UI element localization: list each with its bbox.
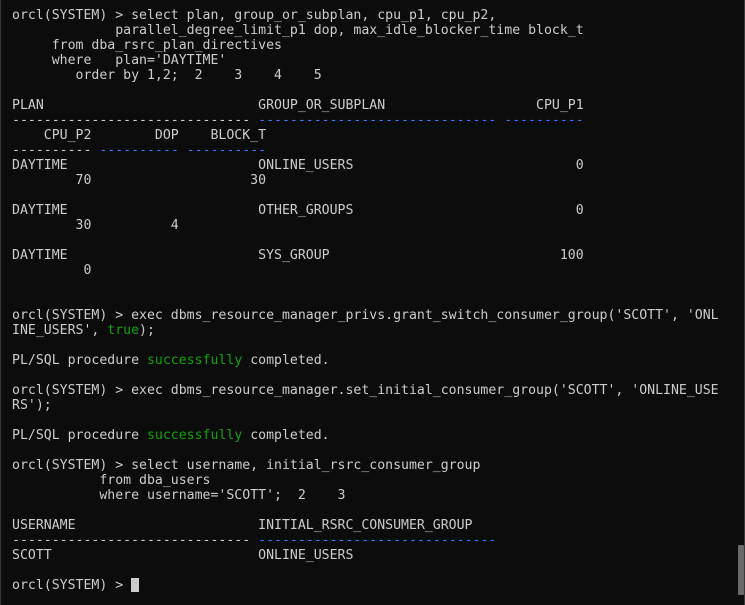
separator-dashes: ------------------------------ <box>258 113 497 128</box>
terminal-text: 0 <box>12 263 92 278</box>
terminal-line: DAYTIME SYS_GROUP 100 <box>12 248 744 263</box>
text-cursor <box>131 578 140 592</box>
terminal-text: 70 30 <box>12 173 267 188</box>
terminal-text: orcl(SYSTEM) > select plan, group_or_sub… <box>12 8 497 23</box>
terminal-line: ------------------------------ ---------… <box>12 533 744 548</box>
terminal-line: PL/SQL procedure successfully completed. <box>12 353 744 368</box>
highlighted-keyword: successfully <box>146 428 243 443</box>
terminal-line: orcl(SYSTEM) > <box>12 578 744 593</box>
terminal-line: orcl(SYSTEM) > select plan, group_or_sub… <box>12 8 744 23</box>
terminal-line: USERNAME INITIAL_RSRC_CONSUMER_GROUP <box>12 518 744 533</box>
terminal-line: PLAN GROUP_OR_SUBPLAN CPU_P1 <box>12 98 744 113</box>
terminal-line: where username='SCOTT'; 2 3 <box>12 488 744 503</box>
separator-dashes: ---------- <box>186 143 267 158</box>
separator-dashes: ------------------------------ <box>258 533 497 548</box>
highlighted-keyword: true <box>107 323 140 338</box>
terminal-line: CPU_P2 DOP BLOCK_T <box>12 128 744 143</box>
terminal-line: ------------------------------ ---------… <box>12 113 744 128</box>
terminal-text: from dba_rsrc_plan_directives <box>12 38 282 53</box>
terminal-text: parallel_degree_limit_p1 dop, max_idle_b… <box>12 23 584 38</box>
terminal-line: order by 1,2; 2 3 4 5 <box>12 68 744 83</box>
terminal-line: DAYTIME OTHER_GROUPS 0 <box>12 203 744 218</box>
terminal-text: order by 1,2; 2 3 4 5 <box>12 68 322 83</box>
terminal-text: where username='SCOTT'; 2 3 <box>12 488 346 503</box>
terminal-line: where plan='DAYTIME' <box>12 53 744 68</box>
terminal-line: PL/SQL procedure successfully completed. <box>12 428 744 443</box>
separator-dashes: ---------- <box>99 143 179 158</box>
terminal-text: ); <box>139 323 155 338</box>
highlighted-keyword: successfully <box>146 353 243 368</box>
terminal-line: orcl(SYSTEM) > exec dbms_resource_manage… <box>12 308 744 323</box>
terminal-text: DAYTIME OTHER_GROUPS 0 <box>12 203 584 218</box>
terminal-line: orcl(SYSTEM) > select username, initial_… <box>12 458 744 473</box>
terminal-text: SCOTT ONLINE_USERS <box>12 548 354 563</box>
terminal-line: ---------- ---------- ---------- <box>12 143 744 158</box>
terminal-text: from dba_users <box>12 473 211 488</box>
terminal-line: RS'); <box>12 398 744 413</box>
terminal-line: INE_USERS', true); <box>12 323 744 338</box>
scrollbar-thumb[interactable] <box>738 545 744 595</box>
terminal-text: PL/SQL procedure <box>12 428 147 443</box>
separator-dashes: ------------------------------ <box>12 113 259 128</box>
terminal-line: 0 <box>12 263 744 278</box>
terminal-text: orcl(SYSTEM) > <box>12 578 132 593</box>
terminal-text: PLAN GROUP_OR_SUBPLAN CPU_P1 <box>12 98 584 113</box>
terminal-line: 70 30 <box>12 173 744 188</box>
terminal-line: SCOTT ONLINE_USERS <box>12 548 744 563</box>
terminal-line: from dba_rsrc_plan_directives <box>12 38 744 53</box>
separator-dashes: ---------- <box>504 113 584 128</box>
terminal-text: completed. <box>242 428 330 443</box>
terminal-text: completed. <box>242 353 330 368</box>
terminal-text: orcl(SYSTEM) > exec dbms_resource_manage… <box>12 308 719 323</box>
terminal-text: CPU_P2 DOP BLOCK_T <box>12 128 267 143</box>
terminal-text: RS'); <box>12 398 52 413</box>
terminal-text: 30 4 <box>12 218 179 233</box>
terminal-text: orcl(SYSTEM) > select username, initial_… <box>12 458 481 473</box>
terminal-text: DAYTIME SYS_GROUP 100 <box>12 248 584 263</box>
terminal-output: orcl(SYSTEM) > select plan, group_or_sub… <box>12 8 744 593</box>
terminal-text: PL/SQL procedure <box>12 353 147 368</box>
terminal-text: USERNAME INITIAL_RSRC_CONSUMER_GROUP <box>12 518 473 533</box>
terminal-text: where plan='DAYTIME' <box>12 53 227 68</box>
terminal-text: orcl(SYSTEM) > exec dbms_resource_manage… <box>12 383 719 398</box>
terminal-text: DAYTIME ONLINE_USERS 0 <box>12 158 584 173</box>
terminal-line: from dba_users <box>12 473 744 488</box>
terminal-line: DAYTIME ONLINE_USERS 0 <box>12 158 744 173</box>
terminal-window[interactable]: orcl(SYSTEM) > select plan, group_or_sub… <box>0 0 745 605</box>
terminal-line: 30 4 <box>12 218 744 233</box>
terminal-text: INE_USERS', <box>12 323 108 338</box>
terminal-line: parallel_degree_limit_p1 dop, max_idle_b… <box>12 23 744 38</box>
terminal-line: orcl(SYSTEM) > exec dbms_resource_manage… <box>12 383 744 398</box>
separator-dashes: ---------- <box>12 143 92 158</box>
separator-dashes: ------------------------------ <box>12 533 259 548</box>
